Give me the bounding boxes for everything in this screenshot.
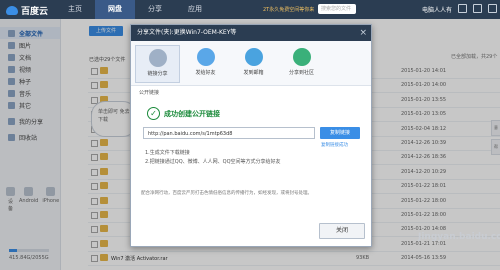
- tab-apps[interactable]: 应用: [175, 0, 215, 19]
- tab-send-email[interactable]: 发到邮箱: [231, 45, 276, 83]
- tab-share[interactable]: 分享: [135, 0, 175, 19]
- app-logo[interactable]: 百度云: [6, 4, 48, 17]
- share-tips: 1.生成文件下载链接 2.把链接通过QQ、微博、人人网、QQ空间等方式分享给好友: [145, 149, 281, 167]
- tip-line: 1.生成文件下载链接: [145, 150, 190, 156]
- cloud-logo-icon: [6, 6, 18, 15]
- copy-success-tip: 复制链接成功: [321, 143, 348, 148]
- community-icon: [292, 48, 311, 66]
- top-icons: [458, 4, 497, 13]
- tip-line: 2.把链接通过QQ、微博、人人网、QQ空间等方式分享给好友: [145, 159, 281, 165]
- settings-icon[interactable]: [473, 4, 482, 13]
- skin-icon[interactable]: [488, 4, 497, 13]
- dialog-title: 分享文件(夹):更换Win7-OEM-KEY等: [137, 29, 237, 36]
- top-search-input[interactable]: 搜索您的文件: [318, 4, 356, 14]
- footnote: 配合净网行动，百度云严厉打击色情低俗信息的传播行为，如经发现，或将封号处理。: [141, 191, 312, 196]
- app-name: 百度云: [21, 7, 49, 17]
- tab-link-share[interactable]: 链接分享: [135, 45, 180, 83]
- check-icon: ✓: [147, 107, 160, 120]
- share-tabs: 链接分享 发给好友 发到邮箱 分享到社区: [131, 41, 371, 86]
- link-icon: [148, 49, 167, 67]
- tab-share-community[interactable]: 分享到社区: [279, 45, 324, 83]
- section-label: 公开链接: [139, 90, 160, 96]
- promo-text[interactable]: 2T永久免费空间等你来: [263, 6, 314, 13]
- close-icon[interactable]: ×: [359, 25, 367, 41]
- watermark: Jingyan.baidu.com: [418, 232, 500, 242]
- copy-link-button[interactable]: 复制链接: [320, 127, 360, 139]
- top-bar: 百度云 主页 网盘 分享 应用 2T永久免费空间等你来 搜索您的文件 电脑人人有: [0, 0, 500, 19]
- close-button[interactable]: 关闭: [319, 223, 365, 239]
- tab-home[interactable]: 主页: [55, 0, 95, 19]
- share-link-field[interactable]: http://pan.baidu.com/s/1mtp63d8: [143, 127, 315, 139]
- tab-send-friend[interactable]: 发给好友: [183, 45, 228, 83]
- friend-icon: [196, 48, 215, 66]
- message-icon[interactable]: [458, 4, 467, 13]
- tab-netdisk[interactable]: 网盘: [95, 0, 135, 19]
- email-icon: [244, 48, 263, 66]
- share-dialog: 分享文件(夹):更换Win7-OEM-KEY等 × 链接分享 发给好友 发到邮箱…: [130, 24, 372, 247]
- user-name[interactable]: 电脑人人有: [422, 5, 452, 14]
- dialog-title-bar: 分享文件(夹):更换Win7-OEM-KEY等 ×: [131, 25, 371, 41]
- success-message: ✓ 成功创建公开链接: [147, 107, 220, 120]
